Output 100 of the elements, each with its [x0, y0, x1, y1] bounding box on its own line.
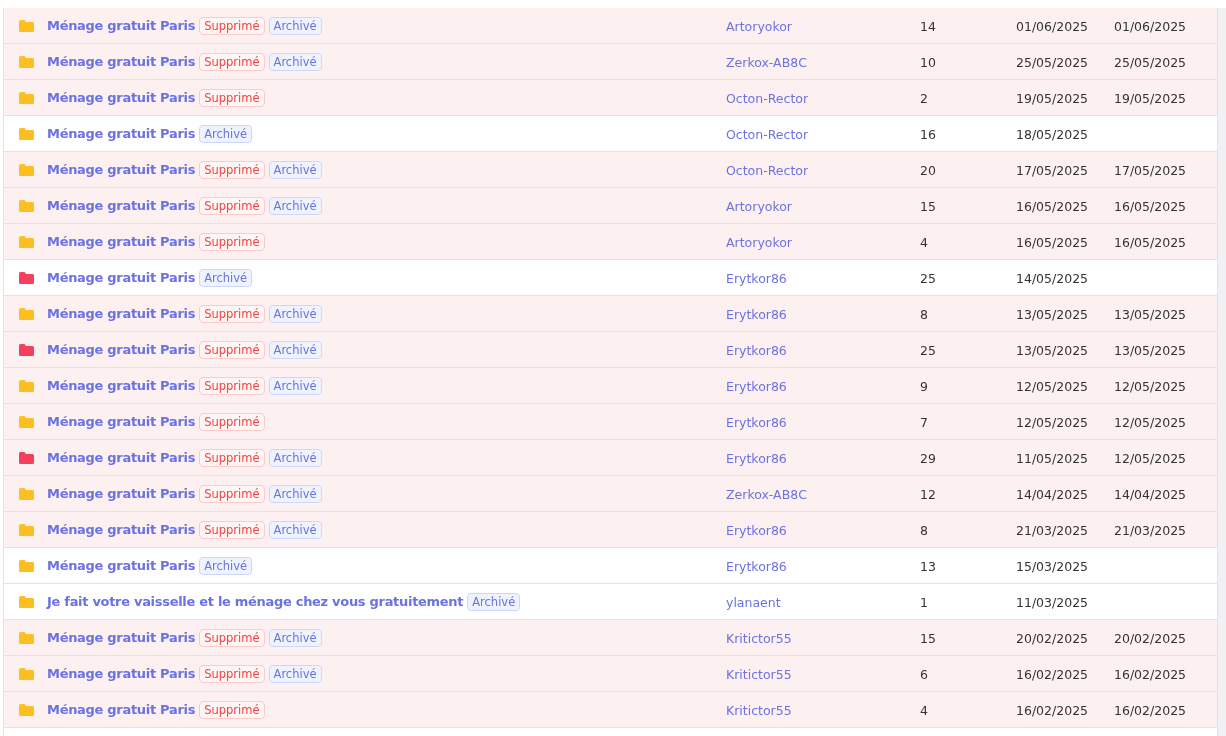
deleted-tag: Supprimé — [199, 160, 265, 179]
table-row[interactable]: Ménage gratuit Paris Supprimé Erytkor86 7 12/05/2025 12/05/2025 — [4, 404, 1217, 440]
author-link[interactable]: Zerkox-AB8C — [726, 487, 807, 502]
count-text: 25 — [920, 271, 936, 286]
date-text: 12/05/2025 — [1016, 415, 1089, 430]
count-text: 7 — [920, 415, 928, 430]
post-title-link[interactable]: Ménage gratuit Paris — [47, 486, 196, 501]
post-title-link[interactable]: Ménage gratuit Paris — [47, 90, 196, 105]
table-row[interactable]: Ménage gratuit Paris Supprimé Archivé Octon-Rector 20 17/05/2025 17/05/2025 — [4, 152, 1217, 188]
post-title-link[interactable]: Je fait votre vaisselle et le ménage chez vous gratuitement — [47, 594, 464, 609]
post-title-link[interactable]: Ménage gratuit Paris — [47, 702, 196, 717]
scrollbar[interactable] — [1217, 8, 1226, 736]
deleted-tag: Supprimé — [199, 304, 265, 323]
author-link[interactable]: Erytkor86 — [726, 559, 787, 574]
author-link[interactable]: Erytkor86 — [726, 379, 787, 394]
author-link[interactable]: Erytkor86 — [726, 271, 787, 286]
deleted-tag: Supprimé — [199, 340, 265, 359]
author-link[interactable]: Artoryokor — [726, 199, 792, 214]
author-link[interactable]: Erytkor86 — [726, 451, 787, 466]
count-text: 4 — [920, 703, 928, 718]
table-row[interactable]: Ménage gratuit Paris Supprimé Archivé Erytkor86 9 12/05/2025 12/05/2025 — [4, 368, 1217, 404]
author-link[interactable]: Octon-Rector — [726, 91, 809, 106]
post-title-link[interactable]: Ménage gratuit Paris — [47, 234, 196, 249]
author-link[interactable]: Kritictor55 — [726, 703, 792, 718]
date-text: 11/03/2025 — [1016, 595, 1089, 610]
author-link[interactable]: Erytkor86 — [726, 307, 787, 322]
post-title-link[interactable]: Ménage gratuit Paris — [47, 306, 196, 321]
table-row[interactable]: Ménage gratuit Paris Supprimé Archivé Kritictor55 15 20/02/2025 20/02/2025 — [4, 620, 1217, 656]
date-text: 17/05/2025 — [1016, 163, 1089, 178]
author-link[interactable]: Kritictor55 — [726, 631, 792, 646]
deleted-tag: Supprimé — [199, 664, 265, 683]
date-text: 12/05/2025 — [1114, 379, 1187, 394]
date-text: 01/06/2025 — [1016, 19, 1089, 34]
post-title-link[interactable]: Ménage gratuit Paris — [47, 18, 196, 33]
table-row[interactable]: Ménage gratuit Paris Supprimé Octon-Rector 2 19/05/2025 19/05/2025 — [4, 80, 1217, 116]
archived-tag: Archivé — [268, 340, 322, 359]
post-title-link[interactable]: Ménage gratuit Paris — [47, 342, 196, 357]
archived-tag: Archivé — [199, 556, 253, 575]
author-link[interactable]: Erytkor86 — [726, 523, 787, 538]
author-link[interactable]: Octon-Rector — [726, 163, 809, 178]
post-title-link[interactable]: Ménage gratuit Paris — [47, 270, 196, 285]
date-text: 18/05/2025 — [1016, 127, 1089, 142]
date-text: 16/05/2025 — [1114, 199, 1187, 214]
count-text: 12 — [920, 487, 936, 502]
deleted-tag: Supprimé — [199, 232, 265, 251]
table-row[interactable]: Ménage gratuit Paris Supprimé Archivé Erytkor86 25 13/05/2025 13/05/2025 — [4, 332, 1217, 368]
date-text: 17/05/2025 — [1114, 163, 1187, 178]
table-row[interactable]: Ménage gratuit Paris Supprimé Archivé Erytkor86 8 21/03/2025 21/03/2025 — [4, 512, 1217, 548]
date-text: 25/05/2025 — [1016, 55, 1089, 70]
table-row[interactable]: Ménage gratuit Paris Supprimé Archivé Erytkor86 8 13/05/2025 13/05/2025 — [4, 296, 1217, 332]
post-title-link[interactable]: Ménage gratuit Paris — [47, 414, 196, 429]
date-text: 13/05/2025 — [1016, 307, 1089, 322]
date-text: 19/05/2025 — [1016, 91, 1089, 106]
date-text: 13/05/2025 — [1016, 343, 1089, 358]
post-title-link[interactable]: Ménage gratuit Paris — [47, 630, 196, 645]
date-text: 16/02/2025 — [1114, 667, 1187, 682]
date-text: 01/06/2025 — [1114, 19, 1187, 34]
post-title-link[interactable]: Ménage gratuit Paris — [47, 522, 196, 537]
deleted-tag: Supprimé — [199, 16, 265, 35]
table-row[interactable]: Ménage gratuit Paris Supprimé Archivé Artoryokor 14 01/06/2025 01/06/2025 — [4, 8, 1217, 44]
post-title-link[interactable]: Ménage gratuit Paris — [47, 54, 196, 69]
deleted-tag: Supprimé — [199, 88, 265, 107]
count-text: 10 — [920, 55, 936, 70]
date-text: 20/02/2025 — [1114, 631, 1187, 646]
author-link[interactable]: Kritictor55 — [726, 667, 792, 682]
archived-tag: Archivé — [199, 124, 253, 143]
archived-tag: Archivé — [268, 520, 322, 539]
date-text: 14/04/2025 — [1114, 487, 1187, 502]
deleted-tag: Supprimé — [199, 520, 265, 539]
author-link[interactable]: Octon-Rector — [726, 127, 809, 142]
count-text: 2 — [920, 91, 928, 106]
author-link[interactable]: Zerkox-AB8C — [726, 55, 807, 70]
count-text: 8 — [920, 523, 928, 538]
table-row[interactable]: Ménage gratuit Paris Supprimé Archivé Artoryokor 15 16/05/2025 16/05/2025 — [4, 188, 1217, 224]
post-title-link[interactable]: Ménage gratuit Paris — [47, 162, 196, 177]
author-link[interactable]: Erytkor86 — [726, 415, 787, 430]
author-link[interactable]: ylanaent — [726, 595, 781, 610]
table-row[interactable]: Ménage gratuit Paris Supprimé Archivé Kritictor55 6 16/02/2025 16/02/2025 — [4, 656, 1217, 692]
deleted-tag: Supprimé — [199, 196, 265, 215]
author-link[interactable]: Artoryokor — [726, 235, 792, 250]
date-text: 16/02/2025 — [1114, 703, 1187, 718]
table-row[interactable]: Ménage gratuit Paris Supprimé Kritictor55 4 16/02/2025 16/02/2025 — [4, 692, 1217, 728]
count-text: 29 — [920, 451, 936, 466]
table-row[interactable]: Ménage gratuit Paris Supprimé Archivé Zerkox-AB8C 12 14/04/2025 14/04/2025 — [4, 476, 1217, 512]
post-title-link[interactable]: Ménage gratuit Paris — [47, 198, 196, 213]
count-text: 9 — [920, 379, 928, 394]
post-title-link[interactable]: Ménage gratuit Paris — [47, 378, 196, 393]
table-row[interactable]: Ménage gratuit Paris Supprimé Artoryokor 4 16/05/2025 16/05/2025 — [4, 224, 1217, 260]
author-link[interactable]: Artoryokor — [726, 19, 792, 34]
post-title-link[interactable]: Ménage gratuit Paris — [47, 450, 196, 465]
post-title-link[interactable]: Ménage gratuit Paris — [47, 558, 196, 573]
post-title-link[interactable]: Ménage gratuit Paris — [47, 666, 196, 681]
count-text: 6 — [920, 667, 928, 682]
date-text: 13/05/2025 — [1114, 307, 1187, 322]
count-text: 16 — [920, 127, 936, 142]
post-title-link[interactable]: Ménage gratuit Paris — [47, 126, 196, 141]
author-link[interactable]: Erytkor86 — [726, 343, 787, 358]
count-text: 1 — [920, 595, 928, 610]
table-row[interactable]: Ménage gratuit Paris Supprimé Archivé Erytkor86 29 11/05/2025 12/05/2025 — [4, 440, 1217, 476]
table-row[interactable]: Ménage gratuit Paris Supprimé Archivé Zerkox-AB8C 10 25/05/2025 25/05/2025 — [4, 44, 1217, 80]
